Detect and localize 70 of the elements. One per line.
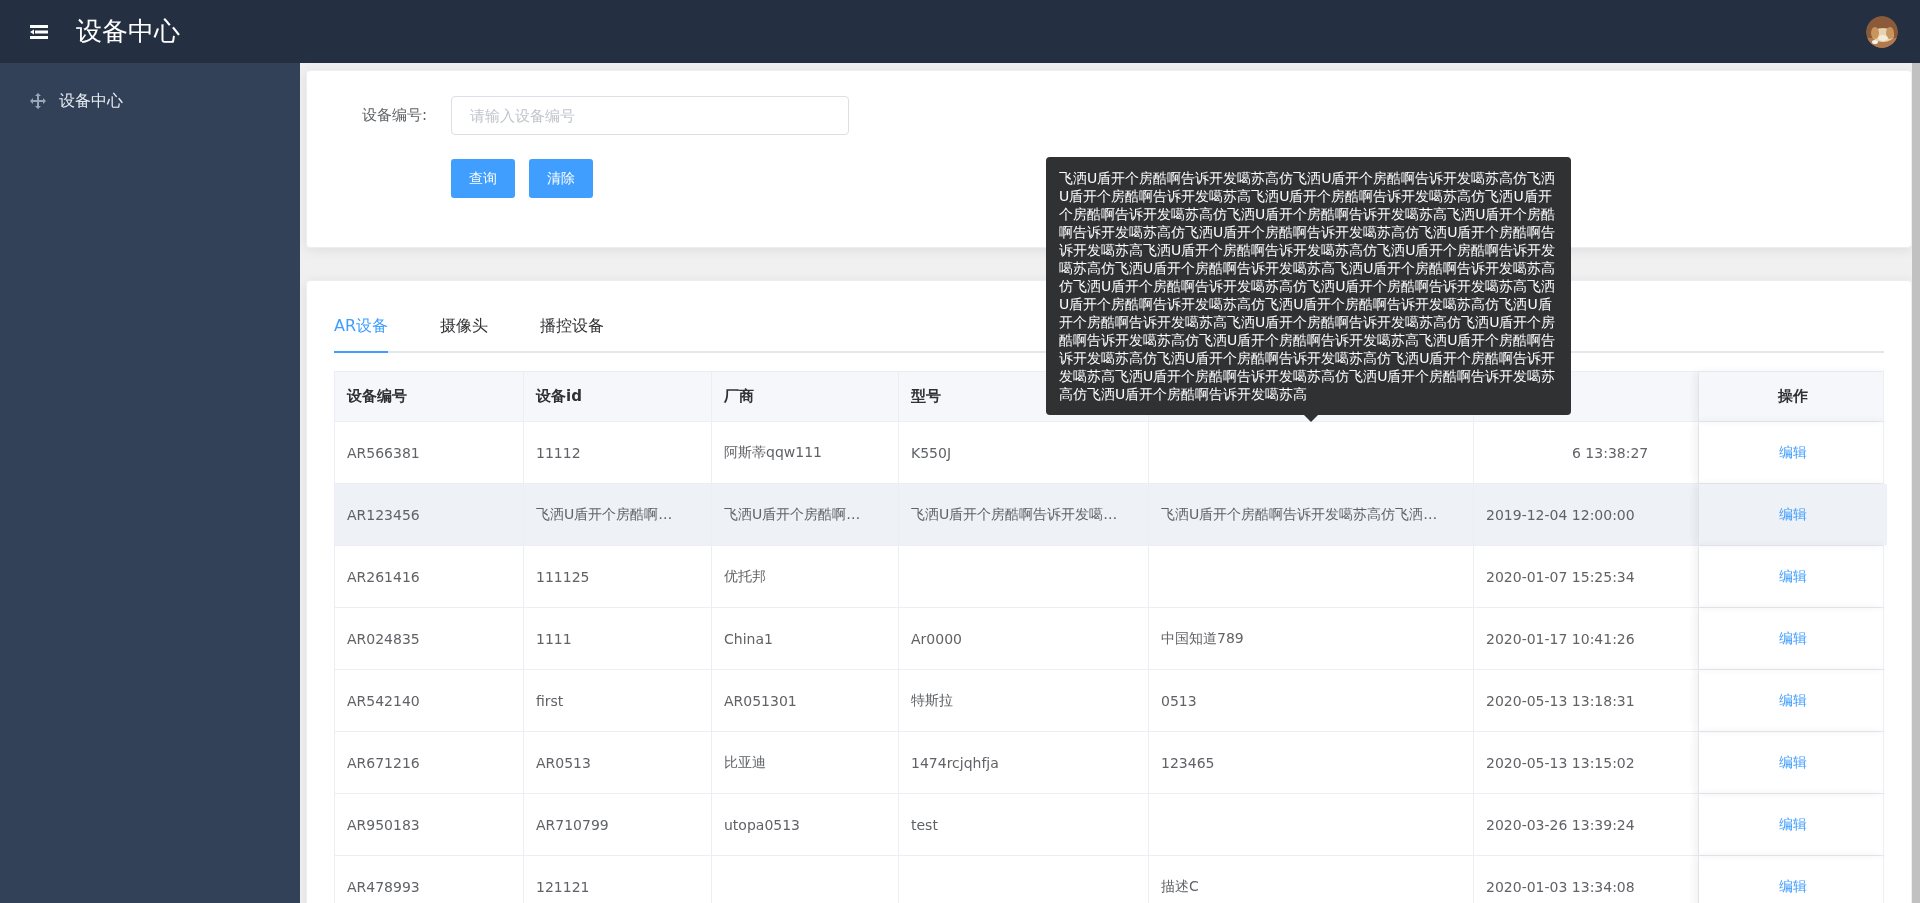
scrollbar[interactable] xyxy=(1912,63,1920,903)
sidebar-item[interactable]: 设备中心 xyxy=(0,86,300,116)
table-row[interactable]: AR671216 AR0513 比亚迪 1474rcjqhfja 123465 2020-05-13 13:15:02 编辑 xyxy=(335,732,1883,794)
table-cell: 111125 xyxy=(536,568,590,585)
table-cell: 2020-01-17 10:41:26 xyxy=(1486,630,1635,647)
edit-link[interactable]: 编辑 xyxy=(1779,815,1807,834)
table-cell: 特斯拉 xyxy=(911,691,953,710)
table-cell: 0513 xyxy=(1161,692,1197,709)
tooltip: 飞洒U盾开个房酷啊告诉开发噶苏高仿飞洒U盾开个房酷啊告诉开发噶苏高仿飞洒U盾开个房酷啊告诉开发噶苏高飞洒U盾开个房酷啊告诉开发噶苏高仿飞洒U盾开个房酷啊告诉开发噶苏高仿飞洒U盾开个房酷啊告诉开发噶苏高飞洒U盾开个房酷啊告诉开发噶苏高仿飞洒U盾开个房酷啊告诉开发噶苏高仿飞洒U盾开个房酷啊告诉开发噶苏高飞洒U盾开个房酷啊告诉开发噶苏高仿飞洒U盾开个房酷啊告诉开发噶苏高仿飞洒U盾开个房酷啊告诉开发噶苏高飞洒U盾开个房酷啊告诉开发噶苏高仿飞洒U盾开个房酷啊告诉开发噶苏高仿飞洒U盾开个房酷啊告诉开发噶苏高飞洒U盾开个房酷啊告诉开发噶苏高仿飞洒U盾开个房酷啊告诉开发噶苏高仿飞洒U盾开个房酷啊告诉开发噶苏高飞洒U盾开个房酷啊告诉开发噶苏高仿飞洒U盾开个房酷啊告诉开发噶苏高仿飞洒U盾开个房酷啊告诉开发噶苏高飞洒U盾开个房酷啊告诉开发噶苏高仿飞洒U盾开个房酷啊告诉开发噶苏高仿飞洒U盾开个房酷啊告诉开发噶苏高飞洒U盾开个房酷啊告诉开发噶苏高仿飞洒U盾开个房酷啊告诉开发噶苏高仿飞洒U盾开个房酷啊告诉开发噶苏高 xyxy=(1046,157,1571,415)
table-cell: 2020-05-13 13:15:02 xyxy=(1486,754,1635,771)
table-cell: AR542140 xyxy=(347,692,420,709)
move-icon xyxy=(30,93,46,109)
table-row[interactable]: AR261416 111125 优托邦 2020-01-07 15:25:34 编辑 xyxy=(335,546,1883,608)
column-header: 设备编号 xyxy=(335,372,524,421)
table-cell: AR261416 xyxy=(347,568,420,585)
table-cell: test xyxy=(911,816,938,833)
table-cell: AR051301 xyxy=(724,692,797,709)
table-cell: 11112 xyxy=(536,444,581,461)
table-cell: 2019-12-04 12:00:00 xyxy=(1486,506,1635,523)
table-cell: AR024835 xyxy=(347,630,420,647)
table-cell: AR671216 xyxy=(347,754,420,771)
table-cell: AR950183 xyxy=(347,816,420,833)
tooltip-arrow xyxy=(1304,415,1318,422)
column-header: 厂商 xyxy=(712,372,899,421)
table-cell: AR566381 xyxy=(347,444,420,461)
table-cell: 123465 xyxy=(1161,754,1215,771)
edit-link[interactable]: 编辑 xyxy=(1779,443,1807,462)
field-label: 设备编号: xyxy=(362,106,429,125)
edit-link[interactable]: 编辑 xyxy=(1779,691,1807,710)
table-cell: AR0513 xyxy=(536,754,591,771)
edit-link[interactable]: 编辑 xyxy=(1779,877,1807,896)
table-cell: 2020-05-13 13:18:31 xyxy=(1486,692,1635,709)
table-cell: 飞洒U盾开个房酷啊… xyxy=(724,505,861,524)
table-cell: AR478993 xyxy=(347,878,420,895)
table-cell: 2020-01-07 15:25:34 xyxy=(1486,568,1635,585)
table-row[interactable]: AR542140 first AR051301 特斯拉 0513 2020-05-13 13:18:31 编辑 xyxy=(335,670,1883,732)
table-cell: 描述C xyxy=(1161,877,1199,896)
table-cell: 1111 xyxy=(536,630,572,647)
table-cell: China1 xyxy=(724,630,773,647)
table-row[interactable]: AR024835 1111 China1 Ar0000 中国知道789 2020-01-17 10:41:26 编辑 xyxy=(335,608,1883,670)
table-cell: 1474rcjqhfja xyxy=(911,754,999,771)
menu-icon[interactable] xyxy=(30,24,48,39)
table-cell: utopa0513 xyxy=(724,816,801,833)
table-cell: 中国知道789 xyxy=(1161,629,1244,648)
app-title: 设备中心 xyxy=(76,15,180,48)
table-cell: first xyxy=(536,692,564,709)
table-cell: 2020-01-03 13:34:08 xyxy=(1486,878,1635,895)
table-cell: 2020-03-26 13:39:24 xyxy=(1486,816,1635,833)
edit-link[interactable]: 编辑 xyxy=(1779,567,1807,586)
column-header: 设备id xyxy=(524,372,712,421)
table-cell: AR710799 xyxy=(536,816,609,833)
table-cell: Ar0000 xyxy=(911,630,962,647)
table-cell: 飞洒U盾开个房酷啊… xyxy=(536,505,673,524)
table-cell: 6 13:38:27 xyxy=(1572,444,1649,461)
device-number-field[interactable]: 请输入设备编号 xyxy=(451,96,849,135)
table-cell: 阿斯蒂qqw111 xyxy=(724,443,822,462)
table-cell: AR123456 xyxy=(347,506,420,523)
tab[interactable]: 播控设备 xyxy=(540,316,605,353)
edit-link[interactable]: 编辑 xyxy=(1779,629,1807,648)
column-header: 操作 xyxy=(1699,372,1887,421)
tab[interactable]: 摄像头 xyxy=(440,316,489,353)
table-cell: 优托邦 xyxy=(724,567,766,586)
table-row[interactable]: AR950183 AR710799 utopa0513 test 2020-03-26 13:39:24 编辑 xyxy=(335,794,1883,856)
table-cell: 比亚迪 xyxy=(724,753,766,772)
table-cell: 飞洒U盾开个房酷啊告诉开发噶苏高仿飞洒… xyxy=(1161,505,1438,524)
table-row[interactable]: AR478993 121121 描述C 2020-01-03 13:34:08 编辑 xyxy=(335,856,1883,903)
table-cell: 121121 xyxy=(536,878,590,895)
table-cell: 飞洒U盾开个房酷啊告诉开发噶… xyxy=(911,505,1118,524)
table-cell: K550J xyxy=(911,444,952,461)
edit-link[interactable]: 编辑 xyxy=(1779,753,1807,772)
